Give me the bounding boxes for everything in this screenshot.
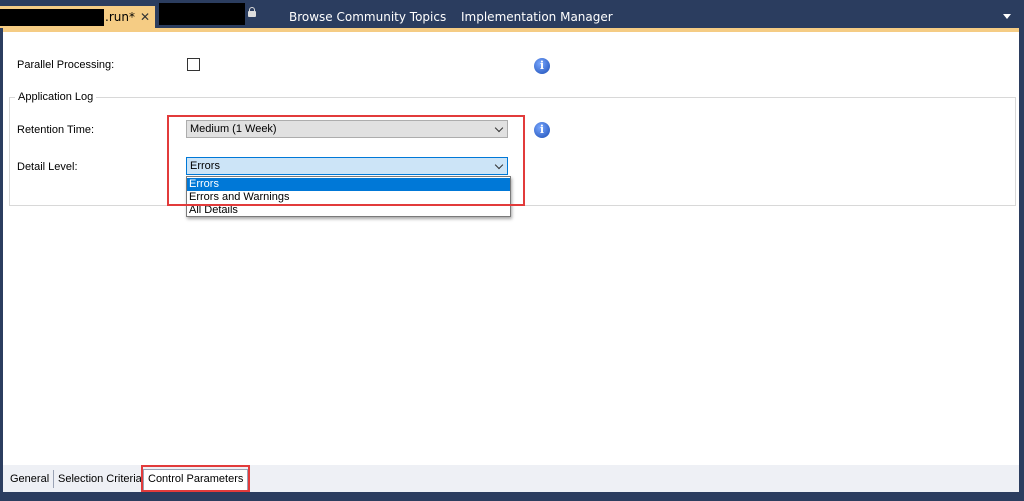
retention-time-label: Retention Time: bbox=[17, 124, 95, 136]
application-log-title: Application Log bbox=[15, 91, 97, 103]
lock-icon bbox=[248, 7, 256, 17]
redacted-tab[interactable] bbox=[159, 3, 245, 25]
detail-level-label: Detail Level: bbox=[17, 161, 78, 173]
tab-active-label: .run* bbox=[105, 10, 135, 24]
tab-selection-criteria[interactable]: Selection Criteria bbox=[54, 470, 147, 488]
tab-active-run-file[interactable]: .run* ✕ bbox=[0, 6, 155, 28]
close-icon[interactable]: ✕ bbox=[138, 6, 152, 28]
parallel-processing-info-icon[interactable]: i bbox=[534, 58, 550, 74]
highlight-box-control-parameters bbox=[141, 465, 250, 492]
parallel-processing-checkbox[interactable] bbox=[187, 58, 200, 71]
parallel-processing-label: Parallel Processing: bbox=[17, 59, 115, 71]
tab-general[interactable]: General bbox=[6, 470, 55, 488]
active-tab-accent-line bbox=[3, 28, 1019, 32]
control-parameters-panel: Parallel Processing: i Application Log R… bbox=[3, 28, 1019, 465]
retention-time-info-icon[interactable]: i bbox=[534, 122, 550, 138]
tab-overflow-dropdown-icon[interactable] bbox=[1003, 14, 1011, 19]
redacted-filename bbox=[0, 9, 104, 26]
highlight-box-detail-level bbox=[167, 115, 525, 206]
tab-implementation-manager[interactable]: Implementation Manager bbox=[461, 6, 613, 28]
tab-browse-community-topics[interactable]: Browse Community Topics bbox=[289, 6, 446, 28]
